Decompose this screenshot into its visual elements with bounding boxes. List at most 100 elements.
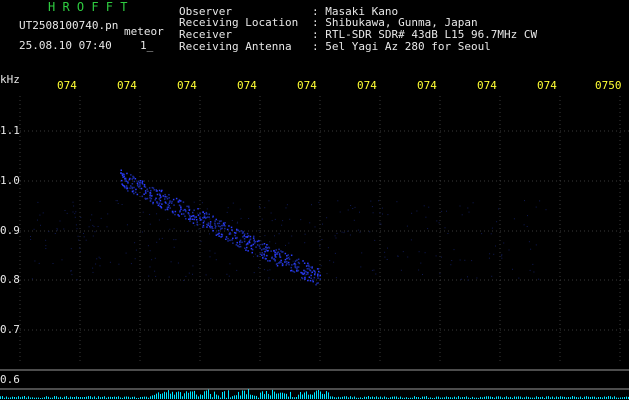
level-bar (366, 396, 367, 399)
trail-dot (317, 277, 319, 279)
level-bar (270, 395, 271, 399)
trail-dot (177, 201, 180, 203)
trail-dot (290, 269, 293, 272)
trail-dot (258, 240, 260, 242)
noise-dot (341, 231, 343, 233)
noise-dot (75, 211, 77, 213)
trail-dot (209, 224, 212, 226)
trail-dot (249, 235, 252, 238)
level-bar (210, 394, 211, 399)
trail-dot (219, 225, 221, 228)
trail-dot (245, 249, 247, 251)
level-bar (422, 396, 423, 399)
noise-dot (274, 218, 276, 220)
noise-dot (259, 206, 261, 208)
level-bar (444, 397, 445, 399)
level-bar (12, 396, 13, 399)
trail-dot (120, 169, 122, 171)
noise-dot (149, 250, 151, 252)
noise-dot (438, 222, 440, 224)
level-bar (332, 396, 333, 399)
level-bar (568, 397, 569, 399)
level-bar (528, 396, 529, 399)
level-bar (352, 397, 353, 399)
trail-dot (189, 220, 191, 222)
trail-dot (252, 243, 255, 246)
trail-dot (120, 172, 122, 174)
level-bar (30, 397, 31, 399)
trail-dot (239, 245, 242, 248)
trail-dot (211, 227, 213, 230)
noise-dot (99, 257, 101, 259)
trail-dot (180, 200, 182, 202)
trail-dot (185, 218, 187, 220)
level-bar (32, 397, 33, 399)
trail-dot (252, 237, 255, 239)
trail-dot (243, 240, 246, 243)
trail-dot (231, 229, 233, 231)
noise-dot (467, 279, 469, 281)
noise-dot (248, 218, 250, 219)
level-bar (260, 392, 261, 399)
level-bar (168, 390, 169, 399)
level-bar (134, 396, 135, 399)
noise-dot (72, 211, 74, 213)
level-bar (312, 394, 313, 399)
trail-dot (262, 257, 264, 259)
time-tick: 074 (537, 79, 557, 92)
level-bar (204, 391, 205, 399)
noise-dot (418, 251, 420, 253)
trail-dot (164, 201, 167, 203)
level-bar (338, 396, 339, 399)
trail-dot (312, 279, 314, 282)
noise-dot (406, 225, 408, 227)
level-bar (494, 397, 495, 399)
trail-dot (188, 218, 190, 220)
app-title: H R O F F T (48, 0, 128, 14)
level-bar (44, 397, 45, 399)
level-bar (142, 396, 143, 399)
trail-dot (263, 253, 265, 255)
level-bar (146, 396, 147, 399)
level-bar (282, 392, 283, 399)
noise-dot (97, 226, 99, 227)
noise-dot (288, 242, 290, 244)
noise-dot (468, 211, 470, 213)
noise-dot (481, 233, 483, 235)
trail-dot (264, 250, 266, 253)
noise-dot (333, 261, 335, 263)
noise-dot (149, 223, 151, 225)
level-bar (506, 396, 507, 399)
level-bar (18, 396, 19, 399)
level-bar (278, 393, 279, 399)
frequency-tick: 0.7 (0, 323, 20, 336)
trail-dot (217, 229, 220, 232)
level-bar (136, 397, 137, 399)
level-bar (434, 397, 435, 399)
trail-dot (311, 271, 313, 273)
trail-dot (192, 215, 194, 217)
noise-dot (359, 231, 361, 233)
trail-dot (279, 255, 281, 257)
noise-dot (76, 228, 78, 230)
level-bar (516, 396, 517, 399)
level-bar (16, 397, 17, 399)
noise-dot (503, 242, 505, 244)
noise-dot (508, 249, 510, 251)
trail-dot (123, 174, 126, 176)
noise-dot (384, 251, 386, 253)
noise-dot (472, 202, 474, 204)
noise-dot (518, 277, 520, 279)
trail-dot (188, 206, 190, 209)
noise-dot (56, 228, 58, 230)
noise-dot (285, 207, 287, 209)
level-bar (440, 397, 441, 399)
noise-dot (253, 272, 255, 274)
noise-dot (71, 274, 73, 276)
level-bar (130, 397, 131, 399)
level-bar (274, 391, 275, 399)
noise-dot (343, 232, 345, 234)
level-bar (28, 396, 29, 399)
trail-dot (286, 261, 288, 263)
trail-dot (207, 222, 210, 224)
